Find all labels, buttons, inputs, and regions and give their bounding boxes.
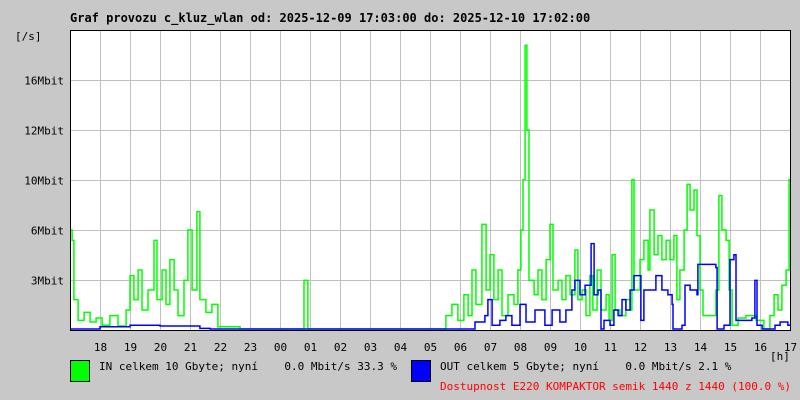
legend-out-swatch	[411, 360, 431, 382]
x-axis-ticks: 18 19 20 21 22 23 00 01 02 03 04 05 06 07 08 09 10 11 12 13…	[94, 341, 797, 354]
x-tick-label: 15	[724, 341, 737, 354]
availability-text: Dostupnost E220 KOMPAKTOR semik 1440 z 1…	[440, 380, 791, 393]
x-tick-label: 22	[214, 341, 227, 354]
x-tick-label: 20	[154, 341, 167, 354]
legend-in-text: IN celkem 10 Gbyte; nyní 0.0 Mbit/s 33.3…	[99, 360, 398, 373]
x-tick-label: 17	[784, 341, 797, 354]
x-tick-label: 18	[94, 341, 107, 354]
y-tick-label: 3Mbit	[31, 275, 64, 288]
x-tick-label: 19	[124, 341, 137, 354]
legend-out-text: OUT celkem 5 Gbyte; nyní 0.0 Mbit/s 2.1 …	[440, 360, 732, 373]
x-tick-label: 21	[184, 341, 197, 354]
x-tick-label: 09	[544, 341, 557, 354]
x-tick-label: 03	[364, 341, 377, 354]
x-tick-label: 14	[694, 341, 708, 354]
x-tick-label: 05	[424, 341, 437, 354]
x-tick-label: 06	[454, 341, 467, 354]
x-tick-label: 10	[574, 341, 587, 354]
x-tick-label: 16	[754, 341, 767, 354]
x-tick-label: 13	[664, 341, 677, 354]
y-tick-label: 16Mbit	[24, 75, 64, 88]
x-tick-label: 04	[394, 341, 408, 354]
traffic-chart: 3Mbit 6Mbit 10Mbit 12Mbit 16Mbit 18 19 20 21 22 2…	[24, 30, 797, 354]
legend-in-swatch	[70, 360, 90, 382]
x-tick-label: 00	[274, 341, 287, 354]
y-tick-label: 10Mbit	[24, 175, 64, 188]
x-tick-label: 23	[244, 341, 257, 354]
y-axis-ticks: 3Mbit 6Mbit 10Mbit 12Mbit 16Mbit	[24, 75, 64, 288]
x-tick-label: 11	[604, 341, 617, 354]
y-tick-label: 12Mbit	[24, 125, 64, 138]
x-tick-label: 01	[304, 341, 317, 354]
y-tick-label: 6Mbit	[31, 225, 64, 238]
x-tick-label: 12	[634, 341, 647, 354]
x-tick-label: 07	[484, 341, 497, 354]
x-tick-label: 02	[334, 341, 347, 354]
x-tick-label: 08	[514, 341, 527, 354]
